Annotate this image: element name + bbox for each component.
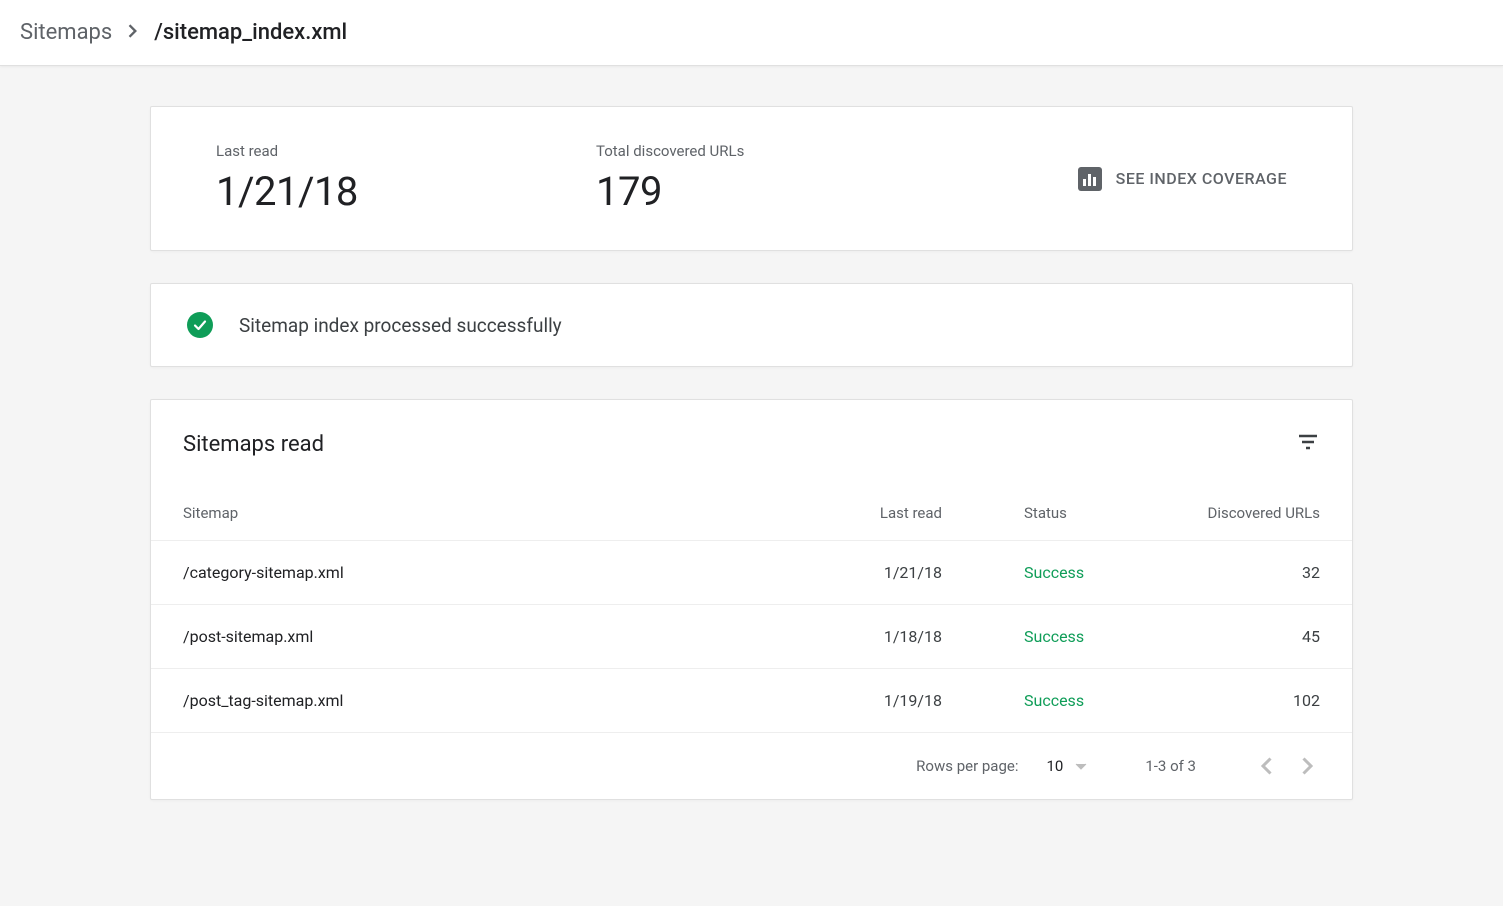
cell-discovered: 102 (1172, 669, 1352, 733)
rows-per-page-select[interactable]: 10 (1046, 757, 1087, 775)
filter-icon[interactable] (1296, 430, 1320, 458)
pagination-range: 1-3 of 3 (1145, 757, 1196, 775)
breadcrumb-current: /sitemap_index.xml (154, 20, 347, 45)
chevron-right-icon (1302, 757, 1314, 775)
cell-status: Success (992, 605, 1172, 669)
cell-last-read: 1/18/18 (832, 605, 992, 669)
see-index-coverage-button[interactable]: SEE INDEX COVERAGE (1078, 167, 1287, 191)
rows-per-page-label: Rows per page: (916, 757, 1018, 775)
total-urls-label: Total discovered URLs (596, 142, 1078, 160)
total-urls-value: 179 (596, 168, 1078, 215)
coverage-link-label: SEE INDEX COVERAGE (1116, 169, 1287, 188)
table-footer: Rows per page: 10 1-3 of 3 (151, 732, 1352, 799)
col-header-last-read[interactable]: Last read (832, 476, 992, 541)
cell-status: Success (992, 669, 1172, 733)
table-row[interactable]: /category-sitemap.xml 1/21/18Success32 (151, 541, 1352, 605)
chevron-left-icon (1260, 757, 1272, 775)
col-header-discovered[interactable]: Discovered URLs (1172, 476, 1352, 541)
table-row[interactable]: /post_tag-sitemap.xml 1/19/18Success102 (151, 669, 1352, 733)
next-page-button[interactable] (1296, 751, 1320, 781)
chevron-right-icon (128, 22, 138, 43)
last-read-stat: Last read 1/21/18 (216, 142, 596, 215)
breadcrumb-root-link[interactable]: Sitemaps (20, 20, 112, 45)
col-header-sitemap[interactable]: Sitemap (151, 476, 832, 541)
status-message: Sitemap index processed successfully (239, 314, 562, 337)
bar-chart-icon (1078, 167, 1102, 191)
checkmark-icon (187, 312, 213, 338)
sitemaps-table-card: Sitemaps read Sitemap Last read Status D… (150, 399, 1353, 800)
last-read-value: 1/21/18 (216, 168, 596, 215)
dropdown-arrow-icon (1075, 757, 1087, 775)
total-urls-stat: Total discovered URLs 179 (596, 142, 1078, 215)
cell-last-read: 1/19/18 (832, 669, 992, 733)
breadcrumb: Sitemaps /sitemap_index.xml (0, 0, 1503, 66)
summary-card: Last read 1/21/18 Total discovered URLs … (150, 106, 1353, 251)
cell-discovered: 32 (1172, 541, 1352, 605)
col-header-status[interactable]: Status (992, 476, 1172, 541)
cell-status: Success (992, 541, 1172, 605)
cell-discovered: 45 (1172, 605, 1352, 669)
sitemap-link[interactable]: /category-sitemap.xml (183, 563, 344, 582)
sitemap-link[interactable]: /post-sitemap.xml (183, 627, 313, 646)
cell-last-read: 1/21/18 (832, 541, 992, 605)
rows-per-page-value: 10 (1046, 757, 1063, 775)
table-row[interactable]: /post-sitemap.xml 1/18/18Success45 (151, 605, 1352, 669)
prev-page-button[interactable] (1254, 751, 1278, 781)
table-title: Sitemaps read (183, 432, 324, 457)
sitemaps-table: Sitemap Last read Status Discovered URLs… (151, 476, 1352, 732)
sitemap-link[interactable]: /post_tag-sitemap.xml (183, 691, 343, 710)
last-read-label: Last read (216, 142, 596, 160)
status-card: Sitemap index processed successfully (150, 283, 1353, 367)
